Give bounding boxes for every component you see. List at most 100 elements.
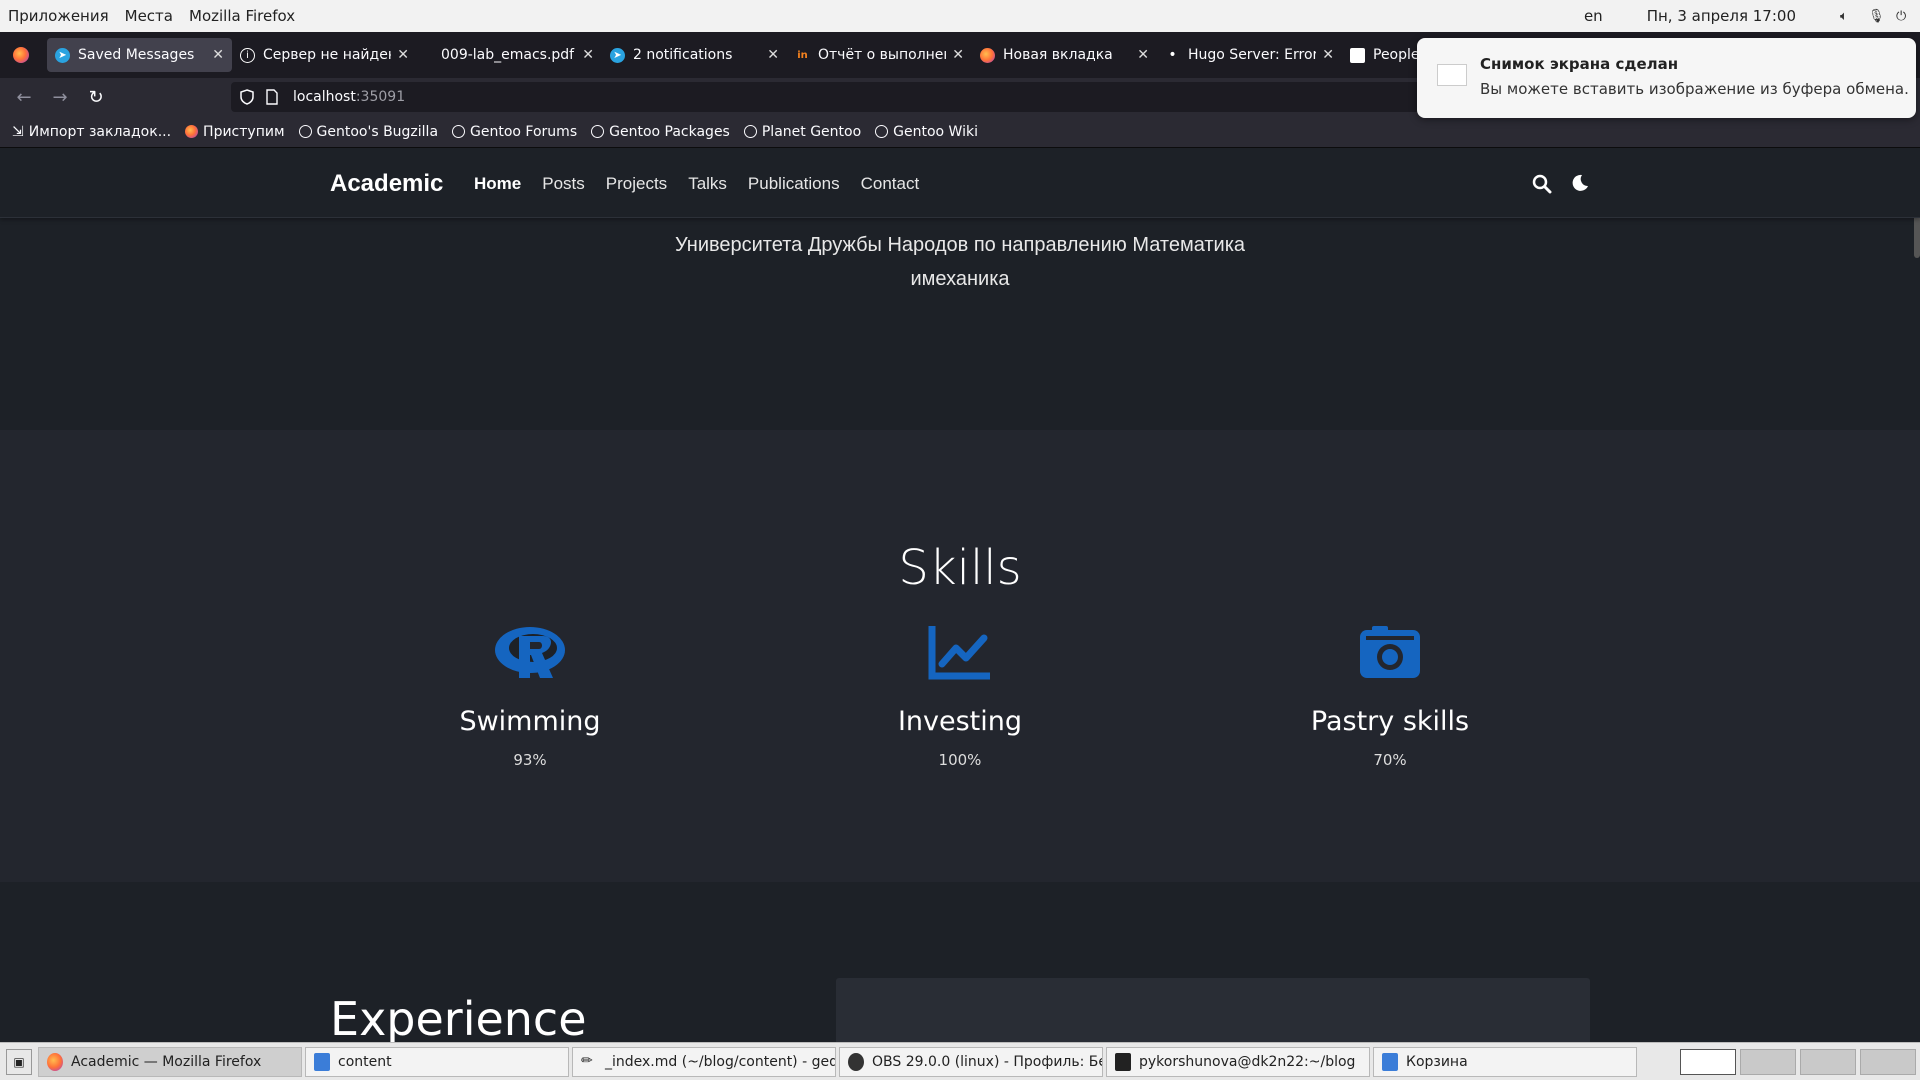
firefox-icon [980,47,995,63]
clock[interactable]: Пн, 3 апреля 17:00 [1647,7,1796,25]
close-tab-icon[interactable]: ✕ [397,47,409,63]
bookmark-label: Gentoo Packages [609,123,730,140]
bookmark-import[interactable]: ⇲ Импорт закладок... [12,124,171,140]
bookmark-label: Planet Gentoo [761,123,862,140]
url-host: localhost [293,89,356,105]
skills-title: Skills [898,540,1022,596]
nav-projects[interactable]: Projects [606,174,667,194]
applications-menu[interactable]: Приложения [0,7,117,25]
volume-icon[interactable]: 🔈︎ [1840,9,1854,24]
close-tab-icon[interactable]: ✕ [1137,47,1149,63]
skill-name: Pastry skills [1310,706,1470,737]
telegram-icon: ➤ [55,47,70,63]
microphone-icon[interactable]: 🎙︎ [1868,9,1885,24]
tab-hugo-error[interactable]: • Hugo Server: Error ✕ [1157,38,1342,72]
system-top-bar: Приложения Места Mozilla Firefox en Пн, … [0,0,1920,32]
workspace-switcher [1680,1048,1920,1075]
bookmark-label: Gentoo Wiki [893,123,978,140]
forward-button[interactable]: → [42,87,78,108]
tab-label: Сервер не найден [263,47,392,63]
workspace-3[interactable] [1800,1048,1856,1075]
close-tab-icon[interactable]: ✕ [1322,47,1334,63]
skill-card: Swimming 93% [380,620,680,769]
shield-icon[interactable] [239,89,255,105]
url-port: :35091 [355,89,406,105]
url-bar[interactable]: localhost:35091 [231,82,1421,112]
camera-icon [1240,620,1540,684]
keyboard-layout-indicator[interactable]: en [1584,7,1603,25]
power-icon[interactable]: ⏻ [1896,9,1910,24]
taskbar-item-label: _index.md (~/blog/content) - gedit [605,1053,836,1070]
nav-posts[interactable]: Posts [542,174,585,194]
site-brand[interactable]: Academic [330,170,443,198]
screenshot-notification[interactable]: Снимок экрана сделан Вы можете вставить … [1417,38,1916,118]
tab-label: 009-lab_emacs.pdf [441,47,575,63]
taskbar-item-content[interactable]: content [305,1046,569,1077]
firefox-icon [47,1052,63,1071]
r-project-icon [380,620,680,684]
tab-label: Отчёт о выполнении [818,47,946,63]
app-menu[interactable]: Mozilla Firefox [181,7,303,25]
taskbar-item-gedit[interactable]: ✏ _index.md (~/blog/content) - gedit [572,1046,836,1077]
bookmark-planet-gentoo[interactable]: Planet Gentoo [743,123,862,140]
bookmark-gentoo-forums[interactable]: Gentoo Forums [452,124,577,140]
folder-icon [314,1052,330,1071]
tab-server-not-found[interactable]: i Сервер не найден ✕ [232,38,417,72]
info-icon: i [240,47,255,63]
web-page: Academic Home Posts Projects Talks Publi… [0,148,1920,1042]
reload-button[interactable]: ↻ [78,87,114,108]
close-tab-icon[interactable]: ✕ [952,47,964,63]
close-tab-icon[interactable]: ✕ [767,47,779,63]
import-icon: ⇲ [12,123,24,140]
globe-icon [743,125,757,138]
skill-percent: 70% [1373,751,1407,769]
places-menu[interactable]: Места [117,7,181,25]
notification-title: Снимок экрана сделан [1480,55,1679,73]
taskbar-item-trash[interactable]: Корзина [1373,1046,1637,1077]
telegram-icon: ➤ [610,47,625,63]
skill-name: Swimming [459,706,601,737]
close-tab-icon[interactable]: ✕ [212,47,224,63]
obs-icon [848,1052,864,1071]
dot-icon: • [1168,47,1177,63]
workspace-4[interactable] [1860,1048,1916,1075]
close-tab-icon[interactable]: ✕ [582,47,594,63]
in-icon: in [797,49,808,61]
bookmark-label: Gentoo's Bugzilla [316,123,439,140]
taskbar-item-firefox[interactable]: Academic — Mozilla Firefox [38,1046,302,1077]
workspace-1[interactable] [1680,1048,1736,1075]
about-text-line: имеханика [910,268,1010,290]
moon-icon[interactable] [1571,174,1589,192]
site-icon [1350,47,1365,63]
trash-icon [1382,1052,1398,1071]
nav-publications[interactable]: Publications [748,174,840,194]
bookmark-gentoo-wiki[interactable]: Gentoo Wiki [875,124,978,140]
taskbar-item-terminal[interactable]: pykorshunova@dk2n22:~/blog [1106,1046,1370,1077]
page-icon[interactable] [265,89,279,105]
tab-report[interactable]: in Отчёт о выполнении ✕ [787,38,972,72]
tab-saved-messages[interactable]: ➤ Saved Messages ✕ [47,38,232,72]
desktop-icon: ▣ [13,1054,25,1069]
tab-notifications[interactable]: ➤ 2 notifications ✕ [602,38,787,72]
taskbar-item-label: pykorshunova@dk2n22:~/blog [1139,1053,1356,1070]
bookmark-gentoo-bugzilla[interactable]: Gentoo's Bugzilla [298,123,439,140]
bookmark-get-started[interactable]: Приступим [185,124,285,140]
skill-percent: 93% [513,751,547,769]
tab-label: 2 notifications [633,47,733,63]
back-button[interactable]: ← [6,87,42,108]
nav-home[interactable]: Home [474,174,521,194]
nav-contact[interactable]: Contact [861,174,920,194]
taskbar-item-label: content [338,1053,392,1070]
firefox-view-icon[interactable] [13,47,29,63]
about-section: Университета Дружбы Народов по направлен… [0,218,1920,430]
nav-talks[interactable]: Talks [688,174,727,194]
show-desktop-button[interactable]: ▣ [6,1048,32,1075]
taskbar-item-obs[interactable]: OBS 29.0.0 (linux) - Профиль: Без... [839,1046,1103,1077]
tab-pdf[interactable]: 009-lab_emacs.pdf ✕ [417,38,602,72]
globe-icon [452,125,466,138]
workspace-2[interactable] [1740,1048,1796,1075]
experience-title: Experience [330,992,587,1042]
tab-new-tab[interactable]: Новая вкладка ✕ [972,38,1157,72]
bookmark-gentoo-packages[interactable]: Gentoo Packages [591,124,730,140]
search-icon[interactable] [1532,174,1552,194]
